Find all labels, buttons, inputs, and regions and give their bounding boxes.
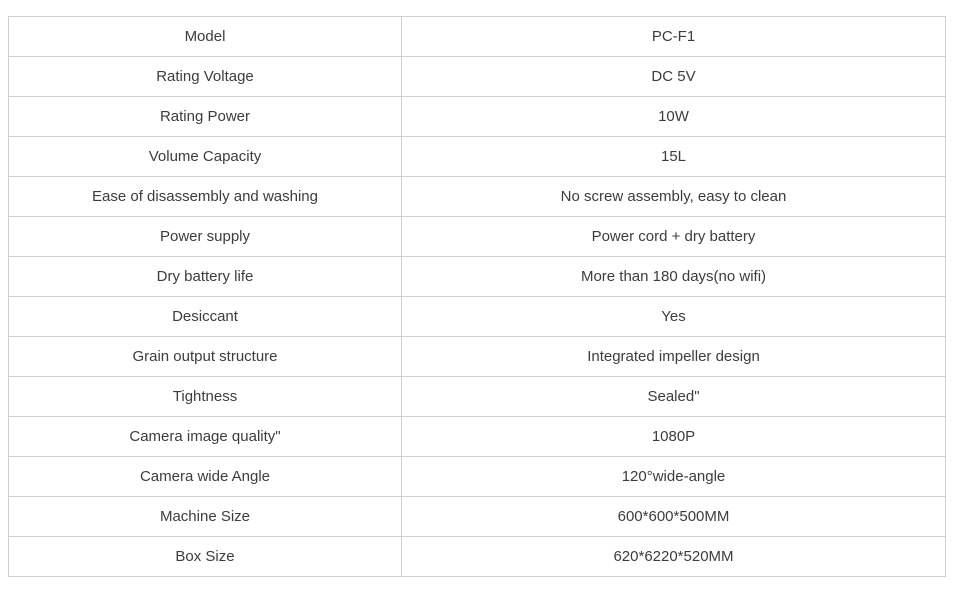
table-row: Desiccant Yes xyxy=(8,296,946,337)
table-row: Volume Capacity 15L xyxy=(8,136,946,177)
spec-label: Rating Power xyxy=(8,96,402,137)
spec-label: Volume Capacity xyxy=(8,136,402,177)
table-row: Grain output structure Integrated impell… xyxy=(8,336,946,377)
spec-value: 620*6220*520MM xyxy=(401,536,946,577)
spec-value: 1080P xyxy=(401,416,946,457)
spec-value: Integrated impeller design xyxy=(401,336,946,377)
spec-value: No screw assembly, easy to clean xyxy=(401,176,946,217)
spec-label: Ease of disassembly and washing xyxy=(8,176,402,217)
table-row: Model PC-F1 xyxy=(8,16,946,57)
spec-label: Box Size xyxy=(8,536,402,577)
table-row: Tightness Sealed" xyxy=(8,376,946,417)
spec-value: 15L xyxy=(401,136,946,177)
spec-label: Dry battery life xyxy=(8,256,402,297)
spec-label: Grain output structure xyxy=(8,336,402,377)
spec-value: Sealed" xyxy=(401,376,946,417)
table-row: Power supply Power cord + dry battery xyxy=(8,216,946,257)
spec-value: 600*600*500MM xyxy=(401,496,946,537)
spec-label: Camera image quality" xyxy=(8,416,402,457)
specification-table: Model PC-F1 Rating Voltage DC 5V Rating … xyxy=(8,16,946,577)
spec-label: Power supply xyxy=(8,216,402,257)
spec-value: 10W xyxy=(401,96,946,137)
spec-value: DC 5V xyxy=(401,56,946,97)
spec-label: Desiccant xyxy=(8,296,402,337)
specification-table-body: Model PC-F1 Rating Voltage DC 5V Rating … xyxy=(8,16,946,577)
spec-label: Rating Voltage xyxy=(8,56,402,97)
specification-page: Model PC-F1 Rating Voltage DC 5V Rating … xyxy=(0,0,956,593)
spec-value: Power cord + dry battery xyxy=(401,216,946,257)
table-row: Rating Power 10W xyxy=(8,96,946,137)
table-row: Rating Voltage DC 5V xyxy=(8,56,946,97)
spec-value: 120°wide-angle xyxy=(401,456,946,497)
spec-value: Yes xyxy=(401,296,946,337)
table-row: Dry battery life More than 180 days(no w… xyxy=(8,256,946,297)
table-row: Camera wide Angle 120°wide-angle xyxy=(8,456,946,497)
spec-value: More than 180 days(no wifi) xyxy=(401,256,946,297)
spec-value: PC-F1 xyxy=(401,16,946,57)
spec-label: Model xyxy=(8,16,402,57)
spec-label: Tightness xyxy=(8,376,402,417)
table-row: Camera image quality" 1080P xyxy=(8,416,946,457)
spec-label: Camera wide Angle xyxy=(8,456,402,497)
spec-label: Machine Size xyxy=(8,496,402,537)
table-row: Ease of disassembly and washing No screw… xyxy=(8,176,946,217)
table-row: Machine Size 600*600*500MM xyxy=(8,496,946,537)
table-row: Box Size 620*6220*520MM xyxy=(8,536,946,577)
